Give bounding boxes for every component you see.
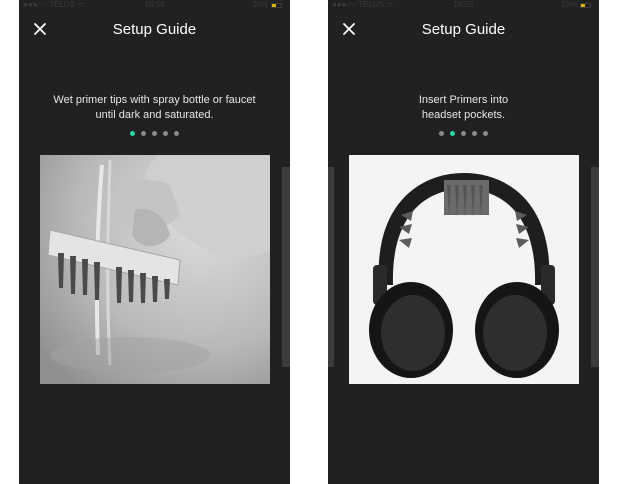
setup-guide-screen-1: ●●●○○ TELUS ᯤ 18:54 20% Setup Guide Wet … — [19, 0, 290, 484]
battery-percent: 20% — [251, 0, 268, 9]
instruction-text: Wet primer tips with spray bottle or fau… — [53, 94, 256, 121]
next-card-peek[interactable] — [282, 167, 290, 367]
step-dot-5[interactable] — [174, 131, 179, 136]
clock-label: 18:54 — [144, 0, 165, 9]
step-dot-4[interactable] — [472, 131, 477, 136]
step-dot-1[interactable] — [439, 131, 444, 136]
instruction-image[interactable] — [40, 155, 270, 384]
battery-icon — [271, 3, 282, 8]
step-dot-2[interactable] — [141, 131, 146, 136]
step-dot-2[interactable] — [450, 131, 455, 136]
step-dot-5[interactable] — [483, 131, 488, 136]
battery-icon — [580, 3, 591, 8]
step-dot-1[interactable] — [130, 131, 135, 136]
status-bar: ●●●○○ TELUS ᯤ 18:55 20% — [328, 0, 599, 12]
step-dot-3[interactable] — [461, 131, 466, 136]
previous-card-peek[interactable] — [328, 167, 334, 367]
page-title: Setup Guide — [421, 21, 506, 38]
battery-percent: 20% — [560, 0, 577, 9]
step-indicator — [19, 131, 290, 136]
headset-photo-icon — [349, 155, 579, 384]
page-title: Setup Guide — [112, 21, 197, 38]
instruction-image[interactable] — [349, 155, 579, 384]
primer-tips-photo-icon — [40, 155, 270, 384]
clock-label: 18:55 — [453, 0, 474, 9]
instruction-text: Insert Primers into headset pockets. — [418, 94, 509, 121]
next-card-peek[interactable] — [591, 167, 599, 367]
status-bar: ●●●○○ TELUS ᯤ 18:54 20% — [19, 0, 290, 12]
step-dot-3[interactable] — [152, 131, 157, 136]
step-dot-4[interactable] — [163, 131, 168, 136]
step-indicator — [328, 131, 599, 136]
setup-guide-screen-2: ●●●○○ TELUS ᯤ 18:55 20% Setup Guide Inse… — [328, 0, 599, 484]
